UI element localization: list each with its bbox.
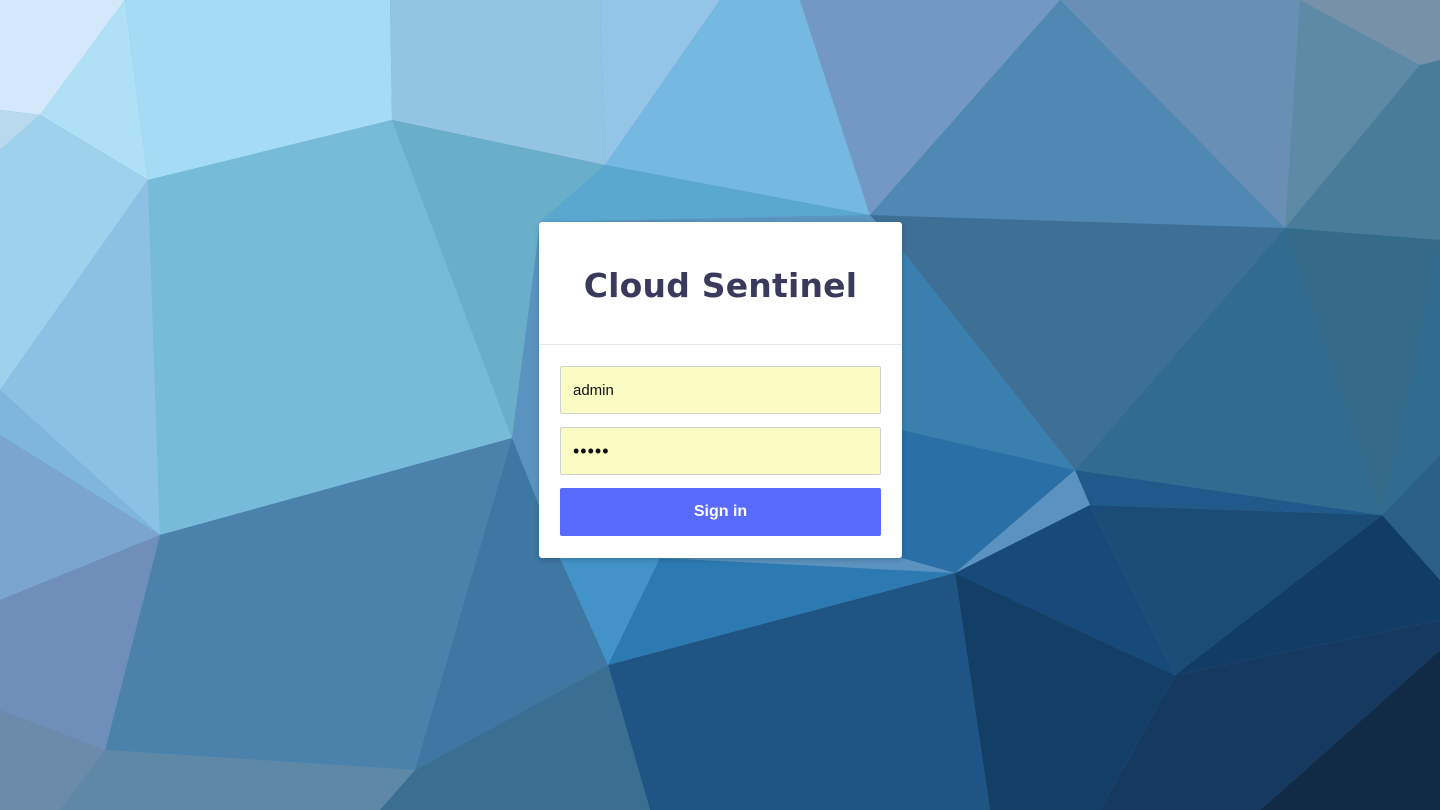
login-card: Cloud Sentinel Sign in <box>539 222 902 558</box>
username-input[interactable] <box>560 366 881 414</box>
app-title: Cloud Sentinel <box>583 265 858 305</box>
sign-in-button[interactable]: Sign in <box>560 488 881 536</box>
login-card-header: Cloud Sentinel <box>539 222 902 345</box>
login-form: Sign in <box>539 345 902 536</box>
password-input[interactable] <box>560 427 881 475</box>
